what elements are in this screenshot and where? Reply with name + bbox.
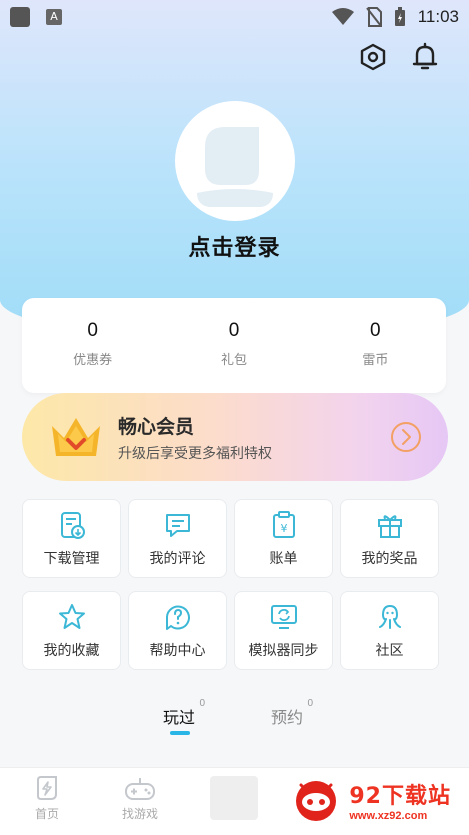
- notification-button[interactable]: [411, 42, 439, 72]
- grid-item-favorites[interactable]: 我的收藏: [22, 591, 121, 670]
- tab-active-indicator: [170, 731, 190, 735]
- wifi-icon: [331, 8, 354, 25]
- grid-item-label: 我的奖品: [361, 550, 418, 567]
- stat-label: 雷币: [362, 353, 389, 368]
- game-tabs: 玩过 0 预约 0: [0, 698, 469, 740]
- grid-item-bill[interactable]: ¥ 账单: [234, 499, 333, 578]
- grid-item-label: 模拟器同步: [248, 642, 319, 659]
- stats-card: 0 优惠券 0 礼包 0 雷币: [22, 298, 446, 393]
- stat-coupons[interactable]: 0 优惠券: [22, 298, 163, 393]
- vip-title: 畅心会员: [118, 415, 195, 438]
- stat-value: 0: [87, 320, 98, 341]
- stat-value: 0: [228, 320, 240, 341]
- tab-label: 玩过: [163, 708, 196, 727]
- clock: 11:03: [417, 7, 459, 26]
- nav-find-games[interactable]: 找游戏: [110, 774, 170, 822]
- grid-item-label: 帮助中心: [149, 642, 206, 659]
- stat-coins[interactable]: 0 雷币: [305, 298, 446, 393]
- no-sim-icon: [365, 7, 382, 27]
- stat-label: 礼包: [220, 353, 247, 368]
- tab-count: 0: [307, 698, 314, 709]
- watermark-title: 92下载站: [349, 784, 451, 809]
- grid-item-comments[interactable]: 我的评论: [128, 499, 227, 578]
- login-link[interactable]: 点击登录: [0, 230, 469, 262]
- tab-reserved[interactable]: 预约 0: [271, 698, 313, 728]
- xz92-logo-icon: [296, 781, 337, 821]
- grid-item-prizes[interactable]: 我的奖品: [340, 499, 439, 578]
- default-avatar-icon: [197, 127, 273, 207]
- grid-item-label: 我的评论: [149, 550, 206, 567]
- nav-home[interactable]: 首页: [17, 774, 77, 822]
- svg-text:¥: ¥: [280, 522, 287, 535]
- community-icon: [378, 604, 401, 629]
- stat-label: 优惠券: [73, 353, 113, 368]
- arrow-right-circle-icon[interactable]: [390, 421, 422, 453]
- grid-item-download-manage[interactable]: 下载管理: [22, 499, 121, 578]
- avatar[interactable]: [175, 101, 295, 221]
- grid-item-label: 账单: [269, 550, 298, 567]
- tab-played[interactable]: 玩过 0: [163, 698, 205, 728]
- comment-icon: [165, 513, 190, 537]
- grid-item-emulator-sync[interactable]: 模拟器同步: [234, 591, 333, 670]
- help-icon: [165, 605, 190, 630]
- stat-value: 0: [370, 320, 381, 341]
- grid-item-label: 下载管理: [43, 550, 100, 567]
- star-icon: [58, 603, 85, 629]
- app-notification-icon: [10, 7, 30, 27]
- grid-item-label: 我的收藏: [43, 642, 100, 659]
- stat-gifts[interactable]: 0 礼包: [163, 298, 304, 393]
- sync-icon: [270, 604, 297, 629]
- a-notification-icon: A: [46, 9, 62, 25]
- watermark: 92下载站 www.xz92.com: [291, 777, 451, 823]
- nav-label: 首页: [34, 807, 59, 821]
- grid-item-community[interactable]: 社区: [340, 591, 439, 670]
- vip-subtitle: 升级后享受更多福利特权: [118, 445, 272, 462]
- watermark-url: www.xz92.com: [349, 810, 428, 822]
- vip-banner[interactable]: 畅心会员 升级后享受更多福利特权: [22, 393, 448, 481]
- settings-button[interactable]: [359, 42, 387, 72]
- settings-hexagon-icon: [360, 43, 386, 71]
- bill-icon: ¥: [272, 510, 295, 538]
- nav-center-placeholder[interactable]: [210, 776, 258, 820]
- tab-label: 预约: [271, 708, 304, 727]
- download-manage-icon: [60, 511, 85, 539]
- grid-item-label: 社区: [375, 642, 404, 659]
- nav-label: 找游戏: [121, 807, 158, 821]
- tab-count: 0: [199, 698, 206, 709]
- gift-icon: [377, 514, 402, 538]
- crown-icon: [52, 418, 100, 456]
- grid-item-help[interactable]: 帮助中心: [128, 591, 227, 670]
- battery-icon: [394, 7, 405, 26]
- gamepad-icon: [125, 778, 155, 800]
- home-icon: [37, 776, 57, 800]
- bell-icon: [412, 42, 438, 70]
- status-bar: A 11:03: [0, 0, 469, 34]
